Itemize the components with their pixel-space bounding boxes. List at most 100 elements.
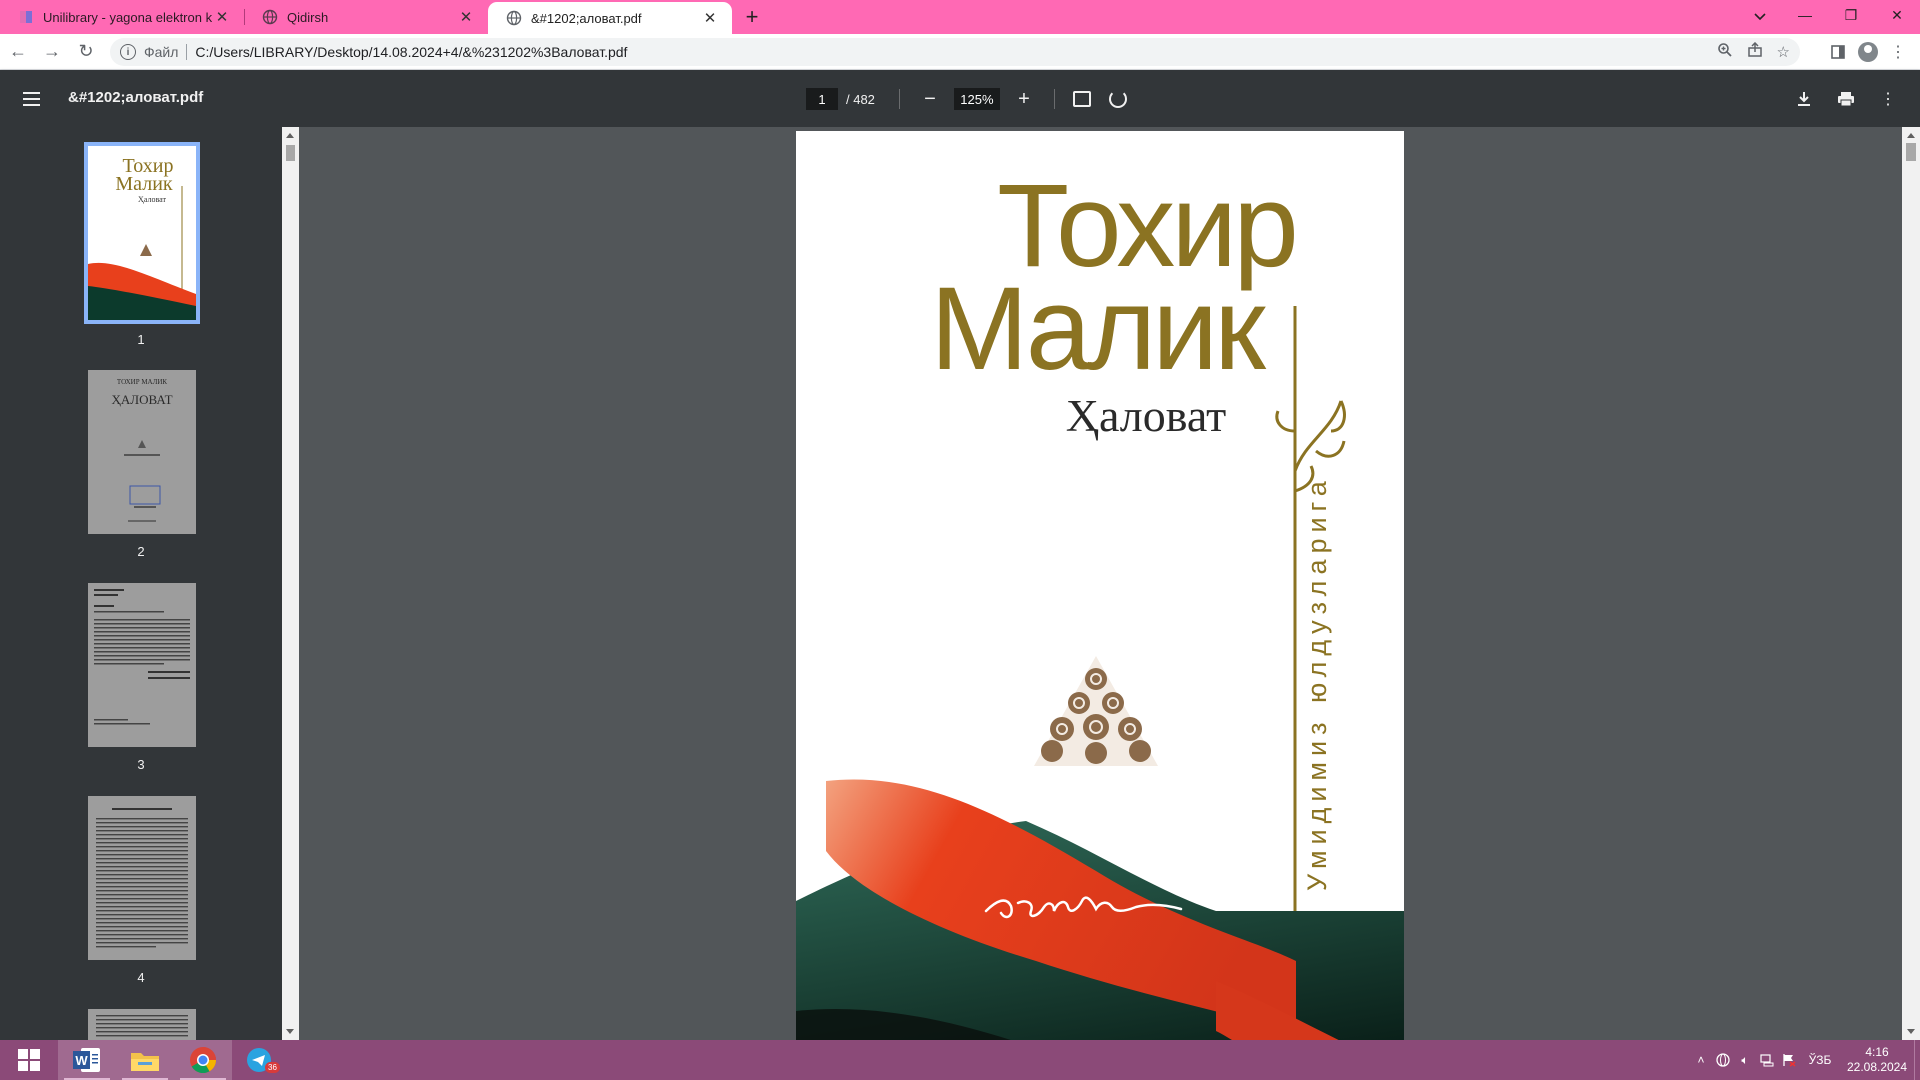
volume-icon[interactable]: 🔈︎: [1734, 1040, 1756, 1080]
thumbnail-number: 2: [137, 544, 145, 559]
toolbar-right: ⋮: [1824, 36, 1912, 68]
clock-date: 22.08.2024: [1846, 1060, 1908, 1074]
tab-title: Qidirsh: [287, 9, 329, 25]
thumb-title: Ҳаловат: [138, 195, 166, 204]
thumbnail-number: 1: [137, 332, 145, 347]
sidebar-scrollbar[interactable]: [282, 127, 299, 1040]
pdf-page-controls: 1 / 482 − 125% +: [806, 84, 1127, 114]
thumb2-title: ҲАЛОВАТ: [111, 392, 172, 407]
divider: [898, 89, 900, 109]
close-tab-icon[interactable]: ✕: [212, 7, 232, 27]
close-window-icon[interactable]: ✕: [1874, 0, 1920, 30]
back-arrow-icon[interactable]: ←: [2, 36, 34, 68]
zoom-in-button[interactable]: +: [1012, 87, 1036, 111]
chrome-menu-icon[interactable]: ⋮: [1884, 38, 1912, 66]
print-icon[interactable]: [1834, 87, 1858, 111]
fit-to-page-icon[interactable]: [1072, 91, 1091, 107]
address-bar[interactable]: i Файл C:/Users/LIBRARY/Desktop/14.08.20…: [110, 38, 1800, 66]
thumbnail-sidebar: Тохир Малик Ҳаловат 1 ТОХИР МАЛИК ҲАЛОВА…: [0, 127, 282, 1040]
main-scrollbar[interactable]: [1902, 127, 1920, 1040]
clock[interactable]: 4:16 22.08.2024: [1840, 1045, 1914, 1075]
thumbnail-page-2[interactable]: ТОХИР МАЛИК ҲАЛОВАТ: [88, 370, 196, 534]
thumbnail-page-5[interactable]: [88, 1009, 196, 1040]
tab-search-chevron-icon[interactable]: [1740, 0, 1780, 34]
show-desktop-button[interactable]: [1914, 1040, 1920, 1080]
bookmark-star-icon[interactable]: ☆: [1777, 43, 1790, 61]
network-globe-icon[interactable]: [1712, 1040, 1734, 1080]
thumbnail-number: 4: [137, 970, 145, 985]
taskbar-file-explorer[interactable]: [116, 1040, 174, 1080]
close-tab-icon[interactable]: ✕: [456, 7, 476, 27]
thumbnail-page-3[interactable]: [88, 583, 196, 747]
scrollbar-thumb[interactable]: [286, 145, 295, 161]
pdf-actions: ⋮: [1792, 84, 1900, 114]
pdf-viewer[interactable]: Тохир Малик Ҳаловат Умидимиз юлдузларига: [299, 127, 1902, 1040]
restore-icon[interactable]: ❐: [1828, 0, 1874, 30]
scroll-up-arrow-icon[interactable]: [286, 133, 294, 138]
windows-taskbar: W 36 ˄ 🔈︎ ЎЗБ 4:16 22.08.2024: [0, 1040, 1920, 1080]
scrollbar-thumb[interactable]: [1906, 143, 1916, 161]
zoom-level-input[interactable]: 125%: [953, 88, 1000, 110]
info-icon[interactable]: i: [120, 44, 136, 60]
pdf-filename: &#1202;аловат.pdf: [68, 89, 204, 106]
omnibox-actions: ☆: [1717, 38, 1790, 66]
divider: [186, 44, 188, 60]
scroll-up-arrow-icon[interactable]: [1907, 133, 1915, 138]
window-controls: — ❐ ✕: [1782, 0, 1920, 34]
thumbnail-number: 3: [137, 757, 145, 772]
globe-icon: [262, 9, 278, 25]
notification-flag-icon[interactable]: [1778, 1040, 1800, 1080]
tab-strip: Unilibrary - yagona elektron kutu ✕ Qidi…: [0, 0, 1920, 34]
tab-pdf[interactable]: &#1202;аловат.pdf ✕: [488, 2, 732, 34]
thumbnail-page-4[interactable]: [88, 796, 196, 960]
reload-icon[interactable]: ↻: [70, 36, 102, 68]
pdf-page-1: Тохир Малик Ҳаловат Умидимиз юлдузларига: [796, 131, 1404, 1040]
tab-qidirsh[interactable]: Qidirsh ✕: [244, 0, 488, 34]
divider: [1053, 89, 1055, 109]
url-scheme: Файл: [144, 44, 179, 60]
url-text[interactable]: C:/Users/LIBRARY/Desktop/14.08.2024+4/&%…: [195, 44, 627, 60]
taskbar-chrome[interactable]: [174, 1040, 232, 1080]
cover-author-line2: Малик: [930, 263, 1267, 395]
start-button[interactable]: [0, 1040, 58, 1080]
thumb2-author: ТОХИР МАЛИК: [117, 378, 168, 386]
close-tab-icon[interactable]: ✕: [700, 8, 720, 28]
tab-title: Unilibrary - yagona elektron kutu: [43, 9, 212, 25]
zoom-icon[interactable]: [1717, 42, 1733, 62]
cover-series: Умидимиз юлдузларига: [1302, 475, 1332, 891]
windows-logo-icon: [18, 1049, 40, 1071]
forward-arrow-icon[interactable]: →: [36, 36, 68, 68]
minimize-icon[interactable]: —: [1782, 0, 1828, 30]
share-icon[interactable]: [1747, 41, 1763, 62]
folder-icon: [131, 1053, 159, 1071]
side-panel-icon[interactable]: [1824, 38, 1852, 66]
taskbar-telegram[interactable]: 36: [232, 1040, 290, 1080]
tab-title: &#1202;аловат.pdf: [531, 10, 642, 26]
scroll-down-arrow-icon[interactable]: [1907, 1029, 1915, 1034]
chrome-icon: [190, 1047, 217, 1074]
unilibrary-favicon-icon: [18, 9, 34, 25]
pdf-toolbar: &#1202;аловат.pdf 1 / 482 − 125% + ⋮: [0, 70, 1920, 127]
tab-unilibrary[interactable]: Unilibrary - yagona elektron kutu ✕: [0, 0, 244, 34]
input-language[interactable]: ЎЗБ: [1800, 1040, 1840, 1080]
svg-text:W: W: [75, 1053, 88, 1068]
tray-chevron-up-icon[interactable]: ˄: [1690, 1040, 1712, 1080]
profile-avatar-icon[interactable]: [1858, 42, 1878, 62]
new-tab-button[interactable]: +: [736, 0, 768, 34]
more-options-icon[interactable]: ⋮: [1876, 87, 1900, 111]
thumbnail-page-1[interactable]: Тохир Малик Ҳаловат: [84, 142, 200, 324]
download-icon[interactable]: [1792, 87, 1816, 111]
clock-time: 4:16: [1865, 1045, 1889, 1059]
system-tray: ˄ 🔈︎ ЎЗБ 4:16 22.08.2024: [1690, 1040, 1920, 1080]
hamburger-menu-icon[interactable]: [20, 87, 44, 111]
globe-icon: [506, 10, 522, 26]
taskbar-word[interactable]: W: [58, 1040, 116, 1080]
browser-toolbar: ← → ↻ i Файл C:/Users/LIBRARY/Desktop/14…: [0, 34, 1920, 70]
rotate-icon[interactable]: [1108, 90, 1127, 108]
scroll-down-arrow-icon[interactable]: [286, 1029, 294, 1034]
cover-title: Ҳаловат: [1066, 390, 1226, 441]
network-icon[interactable]: [1756, 1040, 1778, 1080]
page-number-input[interactable]: 1: [806, 88, 838, 110]
page-total: / 482: [846, 91, 875, 107]
zoom-out-button[interactable]: −: [918, 87, 942, 111]
